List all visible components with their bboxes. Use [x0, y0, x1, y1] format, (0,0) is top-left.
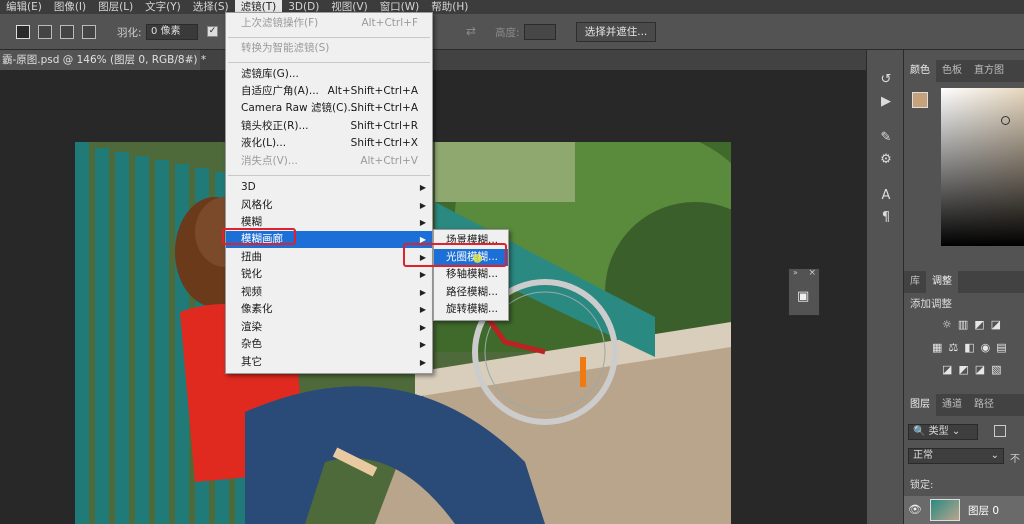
menu-item-noise[interactable]: 杂色 ▶	[226, 336, 432, 353]
character-icon[interactable]: A	[877, 188, 895, 204]
options-bar: 羽化: 0 像素 ✓ ⇄ 高度: 选择并遮住...	[0, 14, 1024, 50]
antialias-checkbox[interactable]: ✓	[207, 26, 218, 37]
menu-image[interactable]: 图像(I)	[48, 0, 92, 14]
menu-type[interactable]: 文字(Y)	[139, 0, 187, 14]
tab-swatches[interactable]: 色板	[936, 60, 968, 82]
collapse-icon[interactable]: »	[793, 268, 798, 277]
annotation-highlight-box	[403, 243, 507, 267]
annotation-highlight-box	[222, 228, 296, 245]
feather-field[interactable]: 0 像素	[146, 24, 198, 40]
color-picker-field[interactable]	[941, 88, 1024, 246]
lock-label: 锁定:	[910, 480, 934, 491]
submenu-arrow-icon: ▶	[419, 340, 426, 349]
submenu-item-path-blur[interactable]: 路径模糊...	[434, 284, 508, 301]
adjustment-icons-row-2[interactable]: ▦⚖◧◉▤	[932, 341, 1013, 354]
tab-channels[interactable]: 通道	[936, 394, 968, 416]
close-icon[interactable]: ×	[808, 268, 816, 278]
menu-item-stylize[interactable]: 风格化 ▶	[226, 197, 432, 214]
opacity-label: 不	[1010, 454, 1020, 465]
tab-paths[interactable]: 路径	[968, 394, 1000, 416]
brush-icon[interactable]: ✎	[877, 130, 895, 146]
submenu-arrow-icon: ▶	[419, 323, 426, 332]
menu-item-render[interactable]: 渲染 ▶	[226, 319, 432, 336]
menu-item-last-filter[interactable]: 上次滤镜操作(F) Alt+Ctrl+F	[226, 15, 432, 32]
tab-libraries[interactable]: 库	[904, 271, 926, 293]
brush-settings-icon[interactable]: ⚙	[877, 152, 895, 168]
menu-item-other[interactable]: 其它 ▶	[226, 354, 432, 371]
submenu-item-tilt-shift[interactable]: 移轴模糊...	[434, 266, 508, 283]
eye-icon[interactable]: 👁	[908, 503, 922, 516]
layer-name[interactable]: 图层 0	[968, 503, 999, 518]
history-icon[interactable]: ↺	[877, 72, 895, 88]
paragraph-icon[interactable]: ¶	[877, 210, 895, 226]
layer-filter-select[interactable]: 🔍 类型 ⌄	[908, 424, 978, 440]
submenu-item-spin-blur[interactable]: 旋转模糊...	[434, 301, 508, 318]
adjustment-icons-row-3[interactable]: ◪◩◪▧	[942, 363, 1008, 376]
menu-separator	[228, 37, 430, 38]
adjust-panel-tabs: 库 调整	[904, 271, 1024, 293]
new-selection-icon[interactable]	[16, 25, 30, 39]
feather-label: 羽化:	[117, 27, 142, 39]
menu-bar: 编辑(E) 图像(I) 图层(L) 文字(Y) 选择(S) 滤镜(T) 3D(D…	[0, 0, 1024, 14]
color-picker-cursor[interactable]	[1001, 116, 1010, 125]
chevron-down-icon: ⌄	[990, 450, 999, 461]
submenu-arrow-icon: ▶	[419, 183, 426, 192]
panel-tool-strip: ↺ ▶ ✎ ⚙ A ¶	[866, 50, 904, 524]
menu-item-video[interactable]: 视频 ▶	[226, 284, 432, 301]
tab-color[interactable]: 颜色	[904, 60, 936, 82]
menu-item-convert-smart-filter[interactable]: 转换为智能滤镜(S)	[226, 40, 432, 57]
floating-mini-panel: » × ▣	[788, 268, 820, 316]
menu-item-3d[interactable]: 3D ▶	[226, 179, 432, 196]
pixel-filter-icon[interactable]	[994, 425, 1006, 437]
color-panel-tabs: 颜色 色板 直方图	[904, 60, 1024, 82]
submenu-arrow-icon: ▶	[419, 218, 426, 227]
tab-layers[interactable]: 图层	[904, 394, 936, 416]
menu-item-liquify[interactable]: 液化(L)... Shift+Ctrl+X	[226, 135, 432, 152]
layer-filter-kind: 类型	[928, 426, 949, 437]
menu-item-adaptive-wide-angle[interactable]: 自适应广角(A)... Alt+Shift+Ctrl+A	[226, 83, 432, 100]
menu-item-sharpen[interactable]: 锐化 ▶	[226, 266, 432, 283]
menu-edit[interactable]: 编辑(E)	[0, 0, 48, 14]
tab-adjustments[interactable]: 调整	[926, 271, 958, 293]
menu-item-distort[interactable]: 扭曲 ▶	[226, 249, 432, 266]
filter-menu: 上次滤镜操作(F) Alt+Ctrl+F 转换为智能滤镜(S) 滤镜库(G)...…	[225, 12, 433, 374]
add-selection-icon[interactable]	[38, 25, 52, 39]
search-icon: 🔍	[913, 426, 926, 437]
blend-mode-value: 正常	[913, 450, 933, 461]
document-title: 霸-原图.psd @ 146% (图层 0, RGB/8#) *	[2, 54, 207, 66]
menu-item-vanishing-point[interactable]: 消失点(V)... Alt+Ctrl+V	[226, 153, 432, 170]
layer-thumbnail	[930, 499, 960, 521]
panels-dock: 颜色 色板 直方图 库 调整 添加调整 ☼▥◩◪ ▦⚖◧◉▤ ◪◩◪▧ 图层 通…	[904, 50, 1024, 524]
menu-layer[interactable]: 图层(L)	[92, 0, 139, 14]
play-icon[interactable]: ▶	[877, 94, 895, 110]
adjustment-icons-row-1[interactable]: ☼▥◩◪	[942, 318, 1007, 331]
properties-icon[interactable]: ▣	[797, 289, 809, 304]
select-and-mask-button[interactable]: 选择并遮住...	[576, 22, 656, 42]
layers-panel-tabs: 图层 通道 路径	[904, 394, 1024, 416]
submenu-arrow-icon: ▶	[419, 358, 426, 367]
mouse-cursor	[473, 254, 482, 263]
menu-item-filter-gallery[interactable]: 滤镜库(G)...	[226, 66, 432, 83]
intersect-selection-icon[interactable]	[82, 25, 96, 39]
subtract-selection-icon[interactable]	[60, 25, 74, 39]
menu-item-lens-correction[interactable]: 镜头校正(R)... Shift+Ctrl+R	[226, 118, 432, 135]
menu-item-camera-raw[interactable]: Camera Raw 滤镜(C)... Shift+Ctrl+A	[226, 100, 432, 117]
foreground-color-swatch[interactable]	[912, 92, 928, 108]
submenu-arrow-icon: ▶	[419, 270, 426, 279]
close-icon[interactable]: ×	[185, 50, 194, 70]
height-field[interactable]	[524, 24, 556, 40]
submenu-arrow-icon: ▶	[419, 201, 426, 210]
height-label: 高度:	[495, 27, 520, 39]
menu-separator	[228, 175, 430, 176]
document-tab[interactable]: 霸-原图.psd @ 146% (图层 0, RGB/8#) * ×	[0, 50, 206, 70]
blend-mode-select[interactable]: 正常 ⌄	[908, 448, 1004, 464]
add-adjustment-label: 添加调整	[910, 298, 952, 310]
submenu-arrow-icon: ▶	[419, 288, 426, 297]
layer-row[interactable]: 👁 图层 0	[904, 496, 1024, 524]
swap-icon[interactable]: ⇄	[466, 24, 476, 38]
menu-item-pixelate[interactable]: 像素化 ▶	[226, 301, 432, 318]
submenu-arrow-icon: ▶	[419, 305, 426, 314]
tab-histogram[interactable]: 直方图	[968, 60, 1010, 82]
menu-separator	[228, 62, 430, 63]
